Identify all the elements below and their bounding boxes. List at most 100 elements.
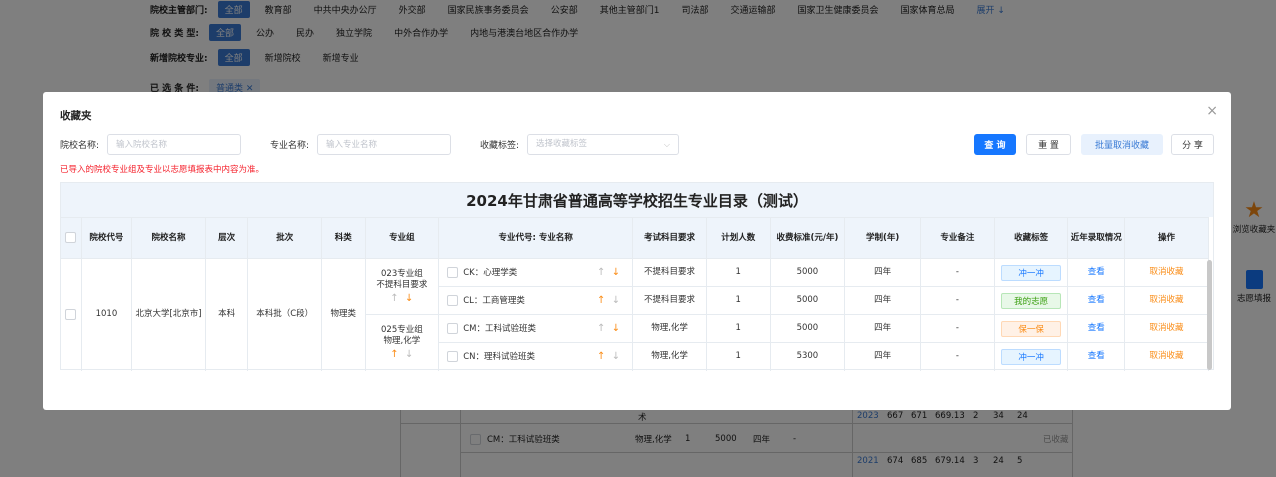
action-cell: 取消收藏 bbox=[1124, 342, 1209, 371]
fee-cell: 5000 bbox=[770, 286, 846, 315]
major-cell: CM：工科试验班类 ↑ ↓ bbox=[438, 314, 634, 343]
view-link[interactable]: 查看 bbox=[1088, 267, 1105, 277]
tag-select[interactable]: 选择收藏标签 ⌵ bbox=[527, 134, 679, 155]
school-code-cell: 1010 bbox=[81, 258, 133, 371]
note-cell: - bbox=[920, 286, 995, 315]
admission-cell: 查看 bbox=[1067, 314, 1126, 343]
share-button[interactable]: 分 享 bbox=[1171, 134, 1214, 155]
note-cell: - bbox=[920, 258, 995, 287]
search-bar: 院校名称: 专业名称: 收藏标签: 选择收藏标签 ⌵ 查 询 重 置 批量取消收… bbox=[60, 134, 1214, 156]
major-sort-arrows: ↑ ↓ bbox=[597, 295, 620, 306]
arrow-up-icon[interactable]: ↑ bbox=[390, 349, 398, 360]
header-level: 层次 bbox=[205, 217, 249, 259]
action-cell: 取消收藏 bbox=[1124, 258, 1209, 287]
view-link[interactable]: 查看 bbox=[1088, 323, 1105, 333]
view-link[interactable]: 查看 bbox=[1088, 295, 1105, 305]
query-button[interactable]: 查 询 bbox=[974, 134, 1016, 155]
cancel-favorite-link[interactable]: 取消收藏 bbox=[1150, 323, 1184, 333]
cancel-favorite-link[interactable]: 取消收藏 bbox=[1150, 295, 1184, 305]
header-years: 学制(年) bbox=[844, 217, 922, 259]
fee-cell: 5000 bbox=[770, 314, 846, 343]
major-name: CM：工科试验班类 bbox=[463, 323, 537, 334]
arrow-down-icon[interactable]: ↓ bbox=[612, 267, 620, 278]
tag-select-placeholder: 选择收藏标签 bbox=[536, 139, 588, 149]
years-cell: 四年 bbox=[844, 286, 922, 315]
favorite-tag[interactable]: 冲一冲 bbox=[1001, 264, 1062, 281]
cancel-favorite-link[interactable]: 取消收藏 bbox=[1150, 267, 1184, 277]
fee-cell: 5000 bbox=[770, 258, 846, 287]
fee-cell: 5300 bbox=[770, 342, 846, 371]
header-note: 专业备注 bbox=[920, 217, 995, 259]
arrow-down-icon[interactable]: ↓ bbox=[405, 349, 413, 360]
plan-cell: 1 bbox=[706, 286, 771, 315]
tag-cell: 冲一冲 bbox=[994, 342, 1069, 371]
select-all-checkbox[interactable] bbox=[65, 232, 77, 243]
major-name-label: 专业名称: bbox=[270, 141, 310, 151]
school-name-input[interactable] bbox=[107, 134, 241, 155]
modal-title: 收藏夹 bbox=[60, 110, 92, 122]
batch-cancel-button[interactable]: 批量取消收藏 bbox=[1081, 134, 1163, 155]
arrow-down-icon[interactable]: ↓ bbox=[405, 293, 413, 304]
favorite-tag[interactable]: 我的志愿 bbox=[1001, 292, 1062, 309]
arrow-down-icon[interactable]: ↓ bbox=[612, 295, 620, 306]
cancel-favorite-link[interactable]: 取消收藏 bbox=[1150, 351, 1184, 361]
major-checkbox[interactable] bbox=[447, 266, 459, 278]
header-subject-req: 考试科目要求 bbox=[632, 217, 707, 259]
major-checkbox[interactable] bbox=[447, 294, 459, 306]
table-header-row: 院校代号 院校名称 层次 批次 科类 专业组 专业代号: 专业名称 考试科目要求… bbox=[61, 217, 1209, 259]
tag-label: 收藏标签: bbox=[480, 141, 520, 151]
plan-cell: 1 bbox=[706, 342, 771, 371]
header-batch: 批次 bbox=[247, 217, 323, 259]
action-cell: 取消收藏 bbox=[1124, 286, 1209, 315]
arrow-up-icon[interactable]: ↑ bbox=[597, 267, 605, 278]
arrow-up-icon[interactable]: ↑ bbox=[597, 351, 605, 362]
major-cell: CK：心理学类 ↑ ↓ bbox=[438, 258, 634, 287]
view-link[interactable]: 查看 bbox=[1088, 351, 1105, 361]
favorite-tag[interactable]: 冲一冲 bbox=[1001, 348, 1062, 365]
favorite-tag[interactable]: 保一保 bbox=[1001, 320, 1062, 337]
subject-cell: 物理,化学 bbox=[632, 342, 707, 371]
major-checkbox[interactable] bbox=[447, 322, 459, 334]
table-scrollbar[interactable] bbox=[1207, 260, 1212, 370]
row-checkbox[interactable] bbox=[65, 308, 77, 320]
arrow-down-icon[interactable]: ↓ bbox=[612, 323, 620, 334]
table-row: 1010 北京大学[北京市] 本科 本科批（C段） 物理类 023专业组 不提科… bbox=[61, 258, 1209, 371]
header-tag: 收藏标签 bbox=[994, 217, 1069, 259]
note-cell: - bbox=[920, 342, 995, 371]
admission-cell: 查看 bbox=[1067, 286, 1126, 315]
major-cell: CL：工商管理类 ↑ ↓ bbox=[438, 286, 634, 315]
school-name-cell: 北京大学[北京市] bbox=[131, 258, 206, 371]
major-name-input[interactable] bbox=[317, 134, 451, 155]
school-name-label: 院校名称: bbox=[60, 141, 100, 151]
tag-cell: 我的志愿 bbox=[994, 286, 1069, 315]
group-requirement: 物理,化学 bbox=[383, 336, 421, 347]
header-major-group: 专业组 bbox=[365, 217, 440, 259]
batch-cell: 本科批（C段） bbox=[247, 258, 323, 371]
major-group-cell: 025专业组 物理,化学 ↑ ↓ bbox=[365, 314, 440, 371]
major-checkbox[interactable] bbox=[447, 350, 459, 362]
close-icon[interactable]: × bbox=[1206, 103, 1218, 119]
header-school-name: 院校名称 bbox=[131, 217, 206, 259]
chevron-down-icon: ⌵ bbox=[663, 140, 670, 149]
arrow-up-icon[interactable]: ↑ bbox=[390, 293, 398, 304]
arrow-up-icon[interactable]: ↑ bbox=[597, 323, 605, 334]
subject-cell: 不提科目要求 bbox=[632, 258, 707, 287]
select-all-cell bbox=[61, 217, 82, 259]
table-title: 2024年甘肃省普通高等学校招生专业目录（测试） bbox=[61, 183, 1213, 217]
note-cell: - bbox=[920, 314, 995, 343]
major-name: CK：心理学类 bbox=[463, 267, 518, 278]
header-plan: 计划人数 bbox=[706, 217, 771, 259]
arrow-down-icon[interactable]: ↓ bbox=[612, 351, 620, 362]
level-cell: 本科 bbox=[205, 258, 249, 371]
major-group-cell: 023专业组 不提科目要求 ↑ ↓ bbox=[365, 258, 440, 315]
favorites-table: 2024年甘肃省普通高等学校招生专业目录（测试） 院校代号 院校名称 层次 批次… bbox=[60, 182, 1214, 371]
plan-cell: 1 bbox=[706, 258, 771, 287]
catalog-table: 院校代号 院校名称 层次 批次 科类 专业组 专业代号: 专业名称 考试科目要求… bbox=[61, 217, 1209, 371]
group-sort-arrows: ↑ ↓ bbox=[366, 293, 439, 304]
arrow-up-icon[interactable]: ↑ bbox=[597, 295, 605, 306]
action-cell: 取消收藏 bbox=[1124, 314, 1209, 343]
admission-cell: 查看 bbox=[1067, 258, 1126, 287]
major-name: CL：工商管理类 bbox=[463, 295, 525, 306]
years-cell: 四年 bbox=[844, 314, 922, 343]
reset-button[interactable]: 重 置 bbox=[1026, 134, 1071, 155]
